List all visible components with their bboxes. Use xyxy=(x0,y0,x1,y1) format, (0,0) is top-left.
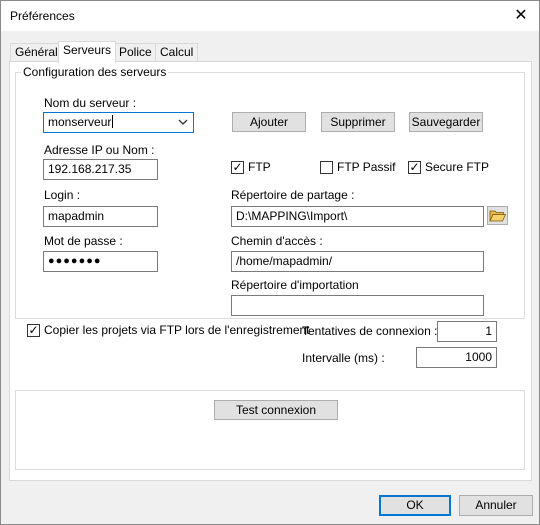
preferences-window: Préférences ✕ Général Serveurs Police Ca… xyxy=(0,0,540,525)
tab-servers[interactable]: Serveurs xyxy=(58,41,117,63)
import-dir-input[interactable] xyxy=(231,295,484,316)
interval-label: Intervalle (ms) : xyxy=(302,351,385,365)
share-dir-label: Répertoire de partage : xyxy=(231,188,355,202)
login-label: Login : xyxy=(44,188,81,202)
address-label: Adresse IP ou Nom : xyxy=(44,143,155,157)
retries-label: Tentatives de connexion : xyxy=(302,324,438,338)
ok-button[interactable]: OK xyxy=(379,495,451,516)
browse-folder-button[interactable] xyxy=(487,206,508,225)
copy-projects-checkbox[interactable]: ✓ Copier les projets via FTP lors de l'e… xyxy=(27,323,310,339)
add-button[interactable]: Ajouter xyxy=(232,112,306,132)
server-name-combobox[interactable]: monserveur xyxy=(43,112,194,133)
server-name-label: Nom du serveur : xyxy=(44,96,137,110)
server-name-value: monserveur xyxy=(48,115,112,129)
retries-input[interactable]: 1 xyxy=(437,321,497,342)
cancel-button[interactable]: Annuler xyxy=(459,495,533,516)
path-label: Chemin d'accès : xyxy=(231,234,323,248)
tab-calculation[interactable]: Calcul xyxy=(155,43,199,62)
chevron-down-icon[interactable] xyxy=(176,115,190,130)
tab-font[interactable]: Police xyxy=(114,43,157,62)
test-connection-button[interactable]: Test connexion xyxy=(214,400,338,420)
ftp-label: FTP xyxy=(248,160,271,174)
delete-button[interactable]: Supprimer xyxy=(321,112,395,132)
password-label: Mot de passe : xyxy=(44,234,123,248)
copy-projects-label: Copier les projets via FTP lors de l'enr… xyxy=(44,323,310,337)
import-dir-label: Répertoire d'importation xyxy=(231,278,359,292)
close-icon: ✕ xyxy=(514,7,528,24)
servers-tab-panel: Configuration des serveurs Nom du serveu… xyxy=(9,61,532,481)
window-title: Préférences xyxy=(10,9,75,23)
secure-ftp-label: Secure FTP xyxy=(425,160,490,174)
ftp-checkbox[interactable]: ✓ FTP xyxy=(231,160,281,176)
unchecked-box-icon xyxy=(320,161,333,174)
path-input[interactable]: /home/mapadmin/ xyxy=(231,251,484,272)
checkmark-icon: ✓ xyxy=(231,160,244,174)
secure-ftp-checkbox[interactable]: ✓ Secure FTP xyxy=(408,160,490,176)
interval-input[interactable]: 1000 xyxy=(416,347,497,368)
folder-open-icon xyxy=(489,210,507,222)
checkmark-icon: ✓ xyxy=(408,160,421,174)
text-cursor xyxy=(112,115,114,128)
server-config-legend: Configuration des serveurs xyxy=(21,65,169,79)
share-dir-input[interactable]: D:\MAPPING\Import\ xyxy=(231,206,484,227)
save-button[interactable]: Sauvegarder xyxy=(409,112,483,132)
password-input[interactable]: ●●●●●●● xyxy=(43,251,158,272)
ftp-passive-checkbox[interactable]: FTP Passif xyxy=(320,160,395,176)
login-input[interactable]: mapadmin xyxy=(43,206,158,227)
address-input[interactable]: 192.168.217.35 xyxy=(43,159,158,180)
ftp-passive-label: FTP Passif xyxy=(337,160,396,174)
checkmark-icon: ✓ xyxy=(27,323,40,337)
tab-general[interactable]: Général xyxy=(10,43,63,62)
title-bar: Préférences ✕ xyxy=(1,1,539,31)
close-button[interactable]: ✕ xyxy=(509,4,533,28)
